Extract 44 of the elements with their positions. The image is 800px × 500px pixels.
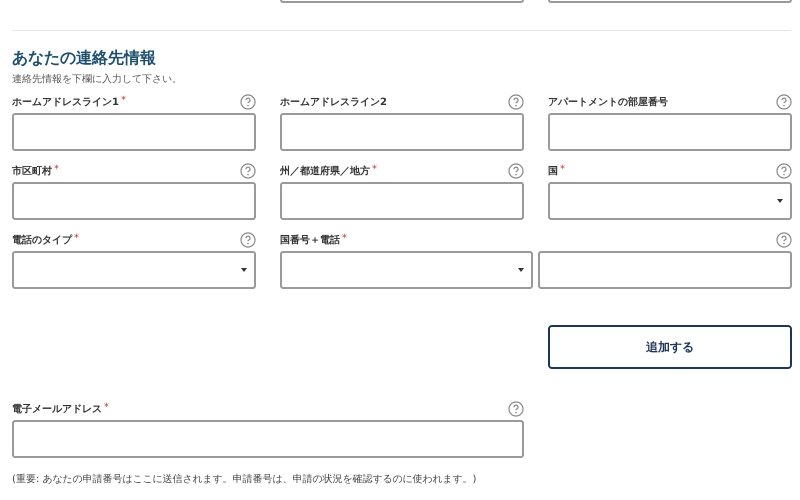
required-mark: * (74, 232, 79, 244)
help-icon[interactable] (776, 232, 792, 248)
add-button[interactable]: 追加する (548, 325, 792, 369)
required-mark: * (372, 164, 377, 174)
help-icon[interactable] (240, 162, 256, 178)
help-icon[interactable] (776, 162, 792, 178)
input-field[interactable] (12, 420, 524, 458)
field-label: 電子メールアドレス (12, 402, 102, 416)
help-icon[interactable] (240, 232, 256, 248)
input-field[interactable] (538, 251, 792, 289)
required-mark: * (104, 402, 109, 412)
required-mark: * (54, 164, 59, 174)
field-label: 国番号＋電話 (280, 234, 340, 246)
help-icon[interactable] (508, 94, 524, 110)
field-label: 電話のタイプ (12, 233, 72, 246)
caret-icon (777, 199, 783, 203)
input-field[interactable] (280, 0, 524, 3)
help-icon[interactable] (508, 400, 524, 416)
intro-text: 連絡先情報を下欄に入力して下さい。 (12, 73, 183, 87)
help-icon[interactable] (240, 94, 256, 110)
section-title: あなたの連絡先情報 (12, 48, 157, 68)
help-icon[interactable] (508, 162, 524, 178)
input-field[interactable] (280, 113, 524, 151)
input-field[interactable] (12, 182, 256, 220)
note-text: (重要: あなたの申請番号はここに送信されます。申請番号は、申請の状況を確認するのに使われます。) (12, 472, 478, 486)
required-mark: * (560, 164, 565, 174)
input-field[interactable] (280, 182, 524, 220)
field-label: ホームアドレスライン2 (280, 96, 387, 108)
caret-icon (241, 268, 247, 272)
input-field[interactable] (12, 113, 256, 151)
dropdown-field[interactable] (280, 251, 533, 289)
required-mark: * (342, 232, 347, 244)
help-icon[interactable] (776, 94, 792, 110)
field-label: 国 (548, 164, 558, 178)
field-label: 州／都道府県／地方 (280, 164, 370, 178)
caret-icon (518, 268, 524, 272)
required-mark: * (120, 94, 126, 106)
field-label: 市区町村 (12, 164, 52, 178)
field-label: ホームアドレスライン1 (12, 96, 119, 108)
dropdown-field[interactable] (548, 182, 792, 220)
field-label: アパートメントの部屋番号 (548, 96, 668, 108)
input-field[interactable] (548, 0, 792, 3)
input-field[interactable] (548, 113, 792, 151)
dropdown-field[interactable] (12, 251, 256, 289)
